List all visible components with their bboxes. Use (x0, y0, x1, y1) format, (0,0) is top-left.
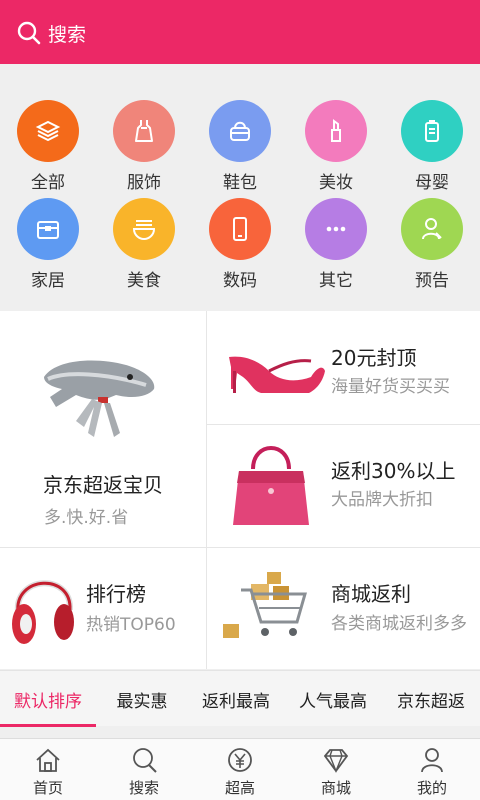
promo-subtitle: 多.快.好.省 (44, 508, 129, 528)
category-label: 服饰 (127, 173, 161, 193)
nav-home[interactable]: 首页 (0, 745, 96, 798)
user-icon (421, 748, 443, 773)
category-label: 美妆 (319, 173, 353, 193)
promo-card-mall[interactable]: 商城返利 各类商城返利多多 (207, 548, 480, 669)
layers-icon (17, 100, 79, 162)
category-shoes-bags[interactable]: 鞋包 (192, 100, 288, 198)
category-label: 其它 (319, 271, 353, 291)
diamond-icon (323, 749, 349, 773)
bag-icon (209, 100, 271, 162)
category-digital[interactable]: 数码 (192, 198, 288, 296)
search-bar[interactable]: 搜索 (16, 18, 86, 48)
nav-super-high[interactable]: 超高 (192, 745, 288, 798)
notice-icon (401, 198, 463, 260)
dress-icon (113, 100, 175, 162)
promo-title: 返利30%以上 (331, 459, 456, 483)
handbag-image (233, 446, 309, 525)
category-home[interactable]: 家居 (0, 198, 96, 296)
category-label: 家居 (31, 271, 65, 291)
nav-label: 搜索 (128, 779, 159, 797)
shopping-cart-image (223, 572, 307, 638)
nav-label: 超高 (224, 779, 255, 797)
phone-icon (209, 198, 271, 260)
nav-mine[interactable]: 我的 (384, 745, 480, 798)
nav-search[interactable]: 搜索 (96, 745, 192, 798)
promo-subtitle: 海量好货买买买 (331, 377, 450, 397)
category-label: 母婴 (415, 173, 449, 193)
promo-card-rebate[interactable]: 返利30%以上 大品牌大折扣 (207, 425, 480, 547)
category-clothing[interactable]: 服饰 (96, 100, 192, 198)
more-icon (305, 198, 367, 260)
promo-title: 排行榜 (86, 582, 146, 606)
high-heels-image (229, 356, 325, 393)
bottom-nav: 首页 搜索 超高 商城 我的 (0, 738, 480, 800)
yen-icon (228, 748, 252, 772)
shark-product-image (44, 360, 155, 437)
category-baby[interactable]: 母婴 (384, 100, 480, 198)
tab-label: 京东超返 (397, 691, 465, 712)
nav-label: 商城 (320, 779, 351, 797)
home-box-icon (17, 198, 79, 260)
bottle-icon (401, 100, 463, 162)
category-all[interactable]: 全部 (0, 100, 96, 198)
category-grid: 全部 服饰 鞋包 美妆 母婴 家居 美食 数码 其它 预告 (0, 76, 480, 310)
home-icon (36, 748, 60, 772)
promo-card-rank[interactable]: 排行榜 热销TOP60 (0, 548, 206, 669)
category-label: 全部 (31, 173, 65, 193)
tab-highest-rebate[interactable]: 返利最高 (188, 671, 284, 727)
promo-area: 京东超返宝贝 多.快.好.省 20元封顶 海量好货买买买 返利30%以上 大品牌… (0, 311, 480, 669)
nav-label: 我的 (416, 779, 447, 797)
promo-card-cap[interactable]: 20元封顶 海量好货买买买 (207, 311, 480, 424)
tab-label: 返利最高 (202, 691, 270, 712)
promo-title: 20元封顶 (331, 346, 417, 370)
nav-label: 首页 (32, 779, 63, 797)
nav-mall[interactable]: 商城 (288, 745, 384, 798)
tab-default-sort[interactable]: 默认排序 (0, 671, 96, 727)
tab-label: 最实惠 (116, 691, 168, 712)
search-label: 搜索 (48, 23, 87, 46)
promo-subtitle: 热销TOP60 (86, 615, 176, 635)
search-icon (17, 21, 41, 45)
category-label: 美食 (127, 271, 161, 291)
promo-subtitle: 各类商城返利多多 (331, 614, 467, 634)
category-label: 数码 (223, 271, 257, 291)
category-preview[interactable]: 预告 (384, 198, 480, 296)
sort-tab-bar: 默认排序 最实惠 返利最高 人气最高 京东超返 (0, 670, 480, 727)
category-beauty[interactable]: 美妆 (288, 100, 384, 198)
category-label: 鞋包 (223, 173, 257, 193)
headphones-image (12, 580, 74, 644)
tab-jd-super-rebate[interactable]: 京东超返 (382, 671, 480, 727)
top-header: 搜索 (0, 0, 480, 64)
category-food[interactable]: 美食 (96, 198, 192, 296)
promo-subtitle: 大品牌大折扣 (331, 490, 433, 510)
tab-label: 默认排序 (14, 691, 82, 712)
tab-best-value[interactable]: 最实惠 (96, 671, 188, 727)
tab-most-popular[interactable]: 人气最高 (284, 671, 382, 727)
promo-title: 商城返利 (331, 582, 411, 606)
search-icon (133, 748, 157, 773)
lipstick-icon (305, 100, 367, 162)
promo-card-jd[interactable]: 京东超返宝贝 多.快.好.省 (0, 311, 206, 547)
tab-label: 人气最高 (299, 691, 367, 712)
category-label: 预告 (415, 271, 449, 291)
promo-title: 京东超返宝贝 (43, 473, 163, 497)
bowl-icon (113, 198, 175, 260)
category-other[interactable]: 其它 (288, 198, 384, 296)
active-tab-indicator (0, 724, 96, 727)
